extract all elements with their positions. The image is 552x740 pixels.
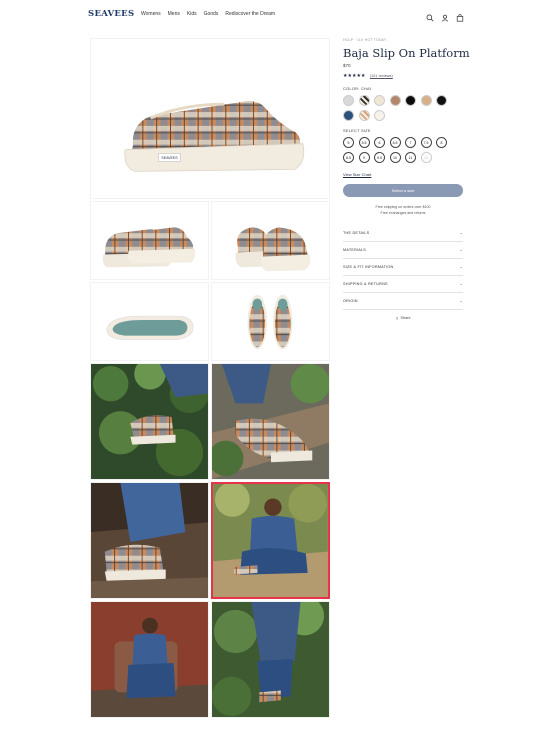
size-option[interactable]: 7.5 [420, 137, 432, 148]
accordion-label: THE DETAILS [343, 230, 370, 235]
shoe-pair-back-illustration [235, 227, 311, 272]
color-swatch[interactable] [374, 95, 385, 106]
chevron-down-icon: ⌄ [459, 298, 463, 303]
details-accordion: THE DETAILS ⌄ MATERIALS ⌄ SIZE & FIT INFOR… [343, 225, 463, 310]
chevron-down-icon: ⌄ [459, 281, 463, 286]
lifestyle-image-6[interactable] [211, 601, 330, 718]
size-selector: 5 5.5 6 6.5 7 7.5 8 8.5 9 9.5 10 11 12 [343, 137, 463, 163]
chevron-down-icon: ⌄ [459, 230, 463, 235]
size-option[interactable]: 8.5 [343, 152, 354, 163]
color-label: COLOR: CHAI [343, 86, 372, 91]
color-swatch[interactable] [358, 110, 370, 121]
nav-kids[interactable]: Kids [187, 11, 197, 17]
lifestyle-photo-2 [212, 364, 329, 479]
shoe-pair-side-illustration [102, 227, 196, 268]
lifestyle-photo-4 [213, 484, 328, 597]
accordion-size-fit[interactable]: SIZE & FIT INFORMATION ⌄ [343, 259, 463, 276]
product-title: Baja Slip On Platform [343, 46, 470, 60]
share-icon: ⇪ [395, 316, 399, 321]
nav-goods[interactable]: Goods [204, 11, 219, 17]
breadcrumb[interactable]: HOLP · 11X HOT TODAY [343, 38, 463, 42]
color-swatch[interactable] [343, 95, 354, 106]
accordion-label: SHIPPING & RETURNS [343, 281, 388, 286]
nav-rediscover[interactable]: Rediscover the Dream [225, 11, 275, 17]
lifestyle-image-2[interactable] [211, 363, 330, 480]
reviews-link[interactable]: (101 reviews) [370, 74, 393, 78]
lifestyle-photo-6 [212, 602, 329, 717]
search-icon[interactable] [426, 9, 434, 22]
gallery-image-pair-side[interactable] [90, 201, 209, 280]
color-swatch[interactable] [358, 95, 370, 106]
size-label: SELECT SIZE [343, 128, 371, 133]
size-option[interactable]: 9 [358, 152, 370, 163]
nav-womens[interactable]: Womens [141, 11, 161, 17]
accordion-label: ORIGIN [343, 298, 358, 303]
color-swatch[interactable] [405, 95, 416, 106]
accordion-materials[interactable]: MATERIALS ⌄ [343, 242, 463, 259]
size-option[interactable]: 8 [436, 137, 447, 148]
accordion-shipping-returns[interactable]: SHIPPING & RETURNS ⌄ [343, 276, 463, 293]
shipping-info: Free shipping on orders over $100 Free e… [343, 205, 463, 217]
color-swatch[interactable] [343, 110, 354, 121]
lifestyle-photo-1 [91, 364, 208, 479]
hero-product-image[interactable]: SEAVEES [90, 38, 330, 199]
select-size-button[interactable]: Select a size [343, 184, 463, 197]
product-price: $70 [343, 63, 351, 68]
size-chart-link[interactable]: View Size Chart [343, 172, 463, 177]
color-swatch[interactable] [420, 95, 432, 106]
cart-icon[interactable] [456, 9, 464, 22]
shoe-top-illustration [247, 294, 293, 350]
lifestyle-photo-5 [91, 602, 208, 717]
accordion-label: MATERIALS [343, 247, 367, 252]
gallery-image-pair-back[interactable] [211, 201, 330, 280]
color-swatch[interactable] [436, 95, 447, 106]
accordion-origin[interactable]: ORIGIN ⌄ [343, 293, 463, 310]
lifestyle-image-3[interactable] [90, 482, 209, 599]
size-option[interactable]: 5.5 [358, 137, 370, 148]
product-info-panel: HOLP · 11X HOT TODAY Baja Slip On Platfo… [343, 38, 470, 321]
share-button[interactable]: ⇪ Share [343, 316, 463, 321]
shoe-sole-illustration [106, 315, 194, 340]
star-rating: ★★★★★ [343, 73, 366, 79]
share-label: Share [400, 316, 411, 320]
color-swatches [343, 95, 463, 121]
chevron-down-icon: ⌄ [459, 264, 463, 269]
size-option[interactable]: 11 [405, 152, 416, 163]
size-option[interactable]: 10 [389, 152, 401, 163]
gallery-image-top[interactable] [211, 282, 330, 361]
lifestyle-photo-3 [91, 483, 208, 598]
gallery-image-sole[interactable] [90, 282, 209, 361]
size-option[interactable]: 12 [420, 152, 432, 163]
size-option[interactable]: 7 [405, 137, 416, 148]
shoe-hero-illustration: SEAVEES [124, 101, 305, 172]
lifestyle-image-4-selected[interactable] [211, 482, 330, 599]
seavees-logo[interactable]: SEAVEES [88, 9, 134, 19]
size-option[interactable]: 9.5 [374, 152, 385, 163]
account-icon[interactable] [441, 9, 449, 22]
color-swatch[interactable] [374, 110, 385, 121]
size-option[interactable]: 6 [374, 137, 385, 148]
accordion-the-details[interactable]: THE DETAILS ⌄ [343, 225, 463, 242]
site-header: SEAVEES Womens Mens Kids Goods Rediscove… [0, 0, 552, 30]
size-option[interactable]: 5 [343, 137, 354, 148]
header-icons [426, 9, 464, 22]
accordion-label: SIZE & FIT INFORMATION [343, 264, 394, 269]
lifestyle-image-1[interactable] [90, 363, 209, 480]
nav-mens[interactable]: Mens [168, 11, 180, 17]
main-nav: Womens Mens Kids Goods Rediscover the Dr… [141, 11, 275, 17]
svg-text:SEAVEES: SEAVEES [161, 156, 178, 160]
lifestyle-image-5[interactable] [90, 601, 209, 718]
rating-row: ★★★★★ (101 reviews) [343, 73, 463, 79]
size-option[interactable]: 6.5 [389, 137, 401, 148]
chevron-down-icon: ⌄ [459, 247, 463, 252]
color-swatch[interactable] [389, 95, 401, 106]
shipping-line-2: Free exchanges and returns [380, 210, 426, 215]
